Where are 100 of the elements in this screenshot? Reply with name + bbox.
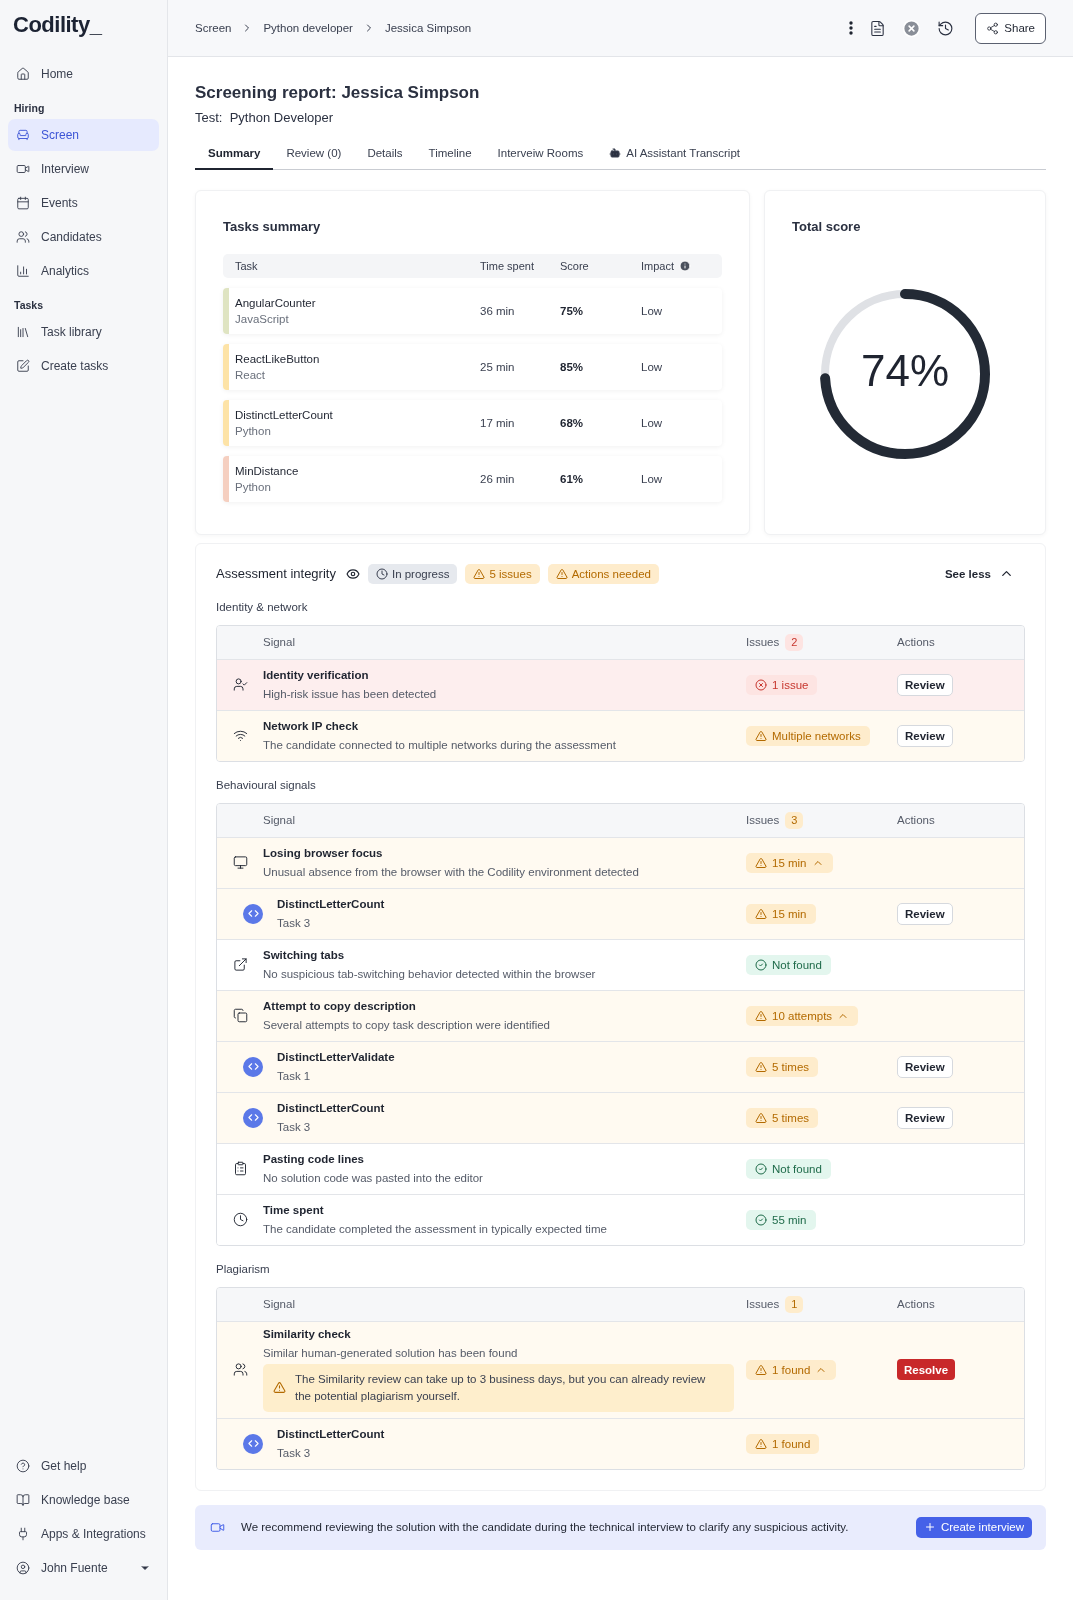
column-header: Task — [235, 259, 258, 272]
score-value: 74% — [860, 345, 950, 396]
home-icon — [16, 67, 30, 81]
nav-item[interactable]: Analytics — [8, 255, 159, 287]
status-pill: Multiple networks — [746, 725, 870, 746]
status-pill[interactable]: 15 min — [746, 852, 833, 873]
review-button[interactable]: Review — [897, 902, 953, 925]
warning-icon — [755, 1060, 767, 1073]
nav-item[interactable]: Candidates — [8, 221, 159, 253]
table-cell-text: 36 min — [480, 304, 516, 317]
table-cell-text: Low — [641, 360, 664, 373]
bar-chart-icon — [16, 264, 30, 278]
warning-icon — [555, 567, 568, 580]
signal-description: No suspicious tab-switching behavior detected within the browser — [263, 968, 597, 980]
section-title: Assessment integrity — [216, 566, 336, 581]
signal-title: Similarity check — [263, 1327, 352, 1340]
status-pill: 5 times — [746, 1107, 819, 1128]
review-button[interactable]: Review — [897, 1106, 953, 1129]
nav-item[interactable]: Get help — [8, 1450, 159, 1482]
share-icon — [986, 21, 1000, 35]
clock-icon — [232, 1212, 248, 1227]
user-check-icon — [232, 677, 248, 692]
warning-icon — [755, 1111, 767, 1124]
more-icon — [849, 21, 854, 35]
status-pill[interactable]: 10 attempts — [746, 1005, 859, 1026]
task-language: Python — [235, 424, 272, 437]
signal-description: Similar human-generated solution has been found — [263, 1346, 519, 1359]
task-name: AngularCounter — [235, 296, 317, 309]
nav-item[interactable]: Task library — [8, 316, 159, 348]
check-icon — [755, 958, 767, 971]
task-row[interactable]: DistinctLetterCount Python 17 min 68% Low — [223, 399, 722, 446]
signal-description: Task 3 — [277, 1121, 312, 1133]
count-badge: 2 — [785, 633, 804, 651]
group-title: Plagiarism — [216, 1262, 271, 1275]
warning-icon — [755, 729, 767, 742]
review-button[interactable]: Review — [897, 1055, 953, 1078]
task-row[interactable]: MinDistance Python 26 min 61% Low — [223, 455, 722, 502]
group-title: Identity & network — [216, 600, 309, 613]
status-pill: 55 min — [746, 1209, 816, 1230]
task-name: MinDistance — [235, 464, 300, 477]
status-pill: Not found — [746, 1158, 831, 1179]
eye-icon — [345, 566, 360, 581]
nav-item[interactable]: Knowledge base — [8, 1484, 159, 1516]
tab[interactable]: Timeline — [415, 139, 485, 170]
signal-description: Task 3 — [277, 917, 312, 929]
close-icon — [902, 18, 922, 38]
error-icon — [755, 678, 767, 691]
signal-title: DistinctLetterCount — [277, 898, 386, 910]
resolve-button[interactable]: Resolve — [897, 1359, 956, 1380]
share-button[interactable]: Share — [975, 12, 1046, 44]
status-pill[interactable]: 1 found — [746, 1359, 837, 1380]
signal-title: Network IP check — [263, 720, 360, 732]
plug-icon — [16, 1527, 30, 1541]
people-icon — [232, 1362, 248, 1377]
nav-item[interactable]: Interview — [8, 153, 159, 185]
video-camera-icon — [16, 162, 30, 176]
signal-description: No solution code was pasted into the editor — [263, 1172, 484, 1184]
status-pill: Not found — [746, 954, 831, 975]
column-header: Actions — [897, 814, 936, 826]
task-language: JavaScript — [235, 312, 290, 325]
sofa-icon — [16, 128, 30, 142]
robot-icon — [609, 147, 622, 159]
signal-description: High-risk issue has been detected — [263, 688, 438, 700]
see-less-button[interactable]: See less — [938, 565, 1020, 582]
task-language: Python — [235, 480, 272, 493]
task-row[interactable]: AngularCounter JavaScript 36 min 75% Low — [223, 287, 722, 334]
table-cell-text: Low — [641, 304, 664, 317]
edit-icon — [16, 359, 30, 373]
tab[interactable]: AI Assistant Transcript — [596, 139, 753, 170]
user-menu[interactable]: John Fuente — [8, 1552, 159, 1584]
count-badge: 1 — [785, 1295, 804, 1313]
signal-title: Time spent — [263, 1204, 325, 1216]
nav-item[interactable]: Home — [8, 58, 159, 90]
signal-description: The candidate connected to multiple networks during the assessment — [263, 739, 617, 751]
create-interview-button[interactable]: Create interview — [915, 1516, 1032, 1538]
nav-item[interactable]: Events — [8, 187, 159, 219]
tab[interactable]: Interveiw Rooms — [484, 139, 597, 170]
task-row[interactable]: ReactLikeButton React 25 min 85% Low — [223, 343, 722, 390]
column-header: Actions — [897, 1298, 936, 1310]
breadcrumb-link[interactable]: Jessica Simpson — [384, 22, 472, 34]
table-cell-text: 17 min — [480, 416, 516, 429]
breadcrumb-link[interactable]: Python developer — [263, 22, 353, 34]
nav-item[interactable]: Screen — [8, 119, 159, 151]
tab[interactable]: Details — [354, 139, 416, 170]
external-link-icon — [232, 957, 248, 972]
review-button[interactable]: Review — [897, 724, 953, 747]
tab[interactable]: Review (0) — [273, 139, 355, 170]
nav-item[interactable]: Apps & Integrations — [8, 1518, 159, 1550]
column-header: Score — [560, 259, 589, 272]
library-icon — [16, 325, 30, 339]
status-pill: 1 issue — [746, 674, 818, 695]
signal-description: The candidate completed the assessment in typically expected time — [263, 1223, 608, 1235]
nav-item[interactable]: Create tasks — [8, 350, 159, 382]
warning-icon — [273, 1381, 286, 1394]
tab[interactable]: Summary — [195, 139, 274, 170]
review-button[interactable]: Review — [897, 673, 953, 696]
signal-description: Task 1 — [277, 1070, 312, 1082]
table-cell-text: 68% — [560, 416, 585, 429]
signal-title: Losing browser focus — [263, 847, 384, 859]
breadcrumb-link[interactable]: Screen — [195, 22, 232, 34]
